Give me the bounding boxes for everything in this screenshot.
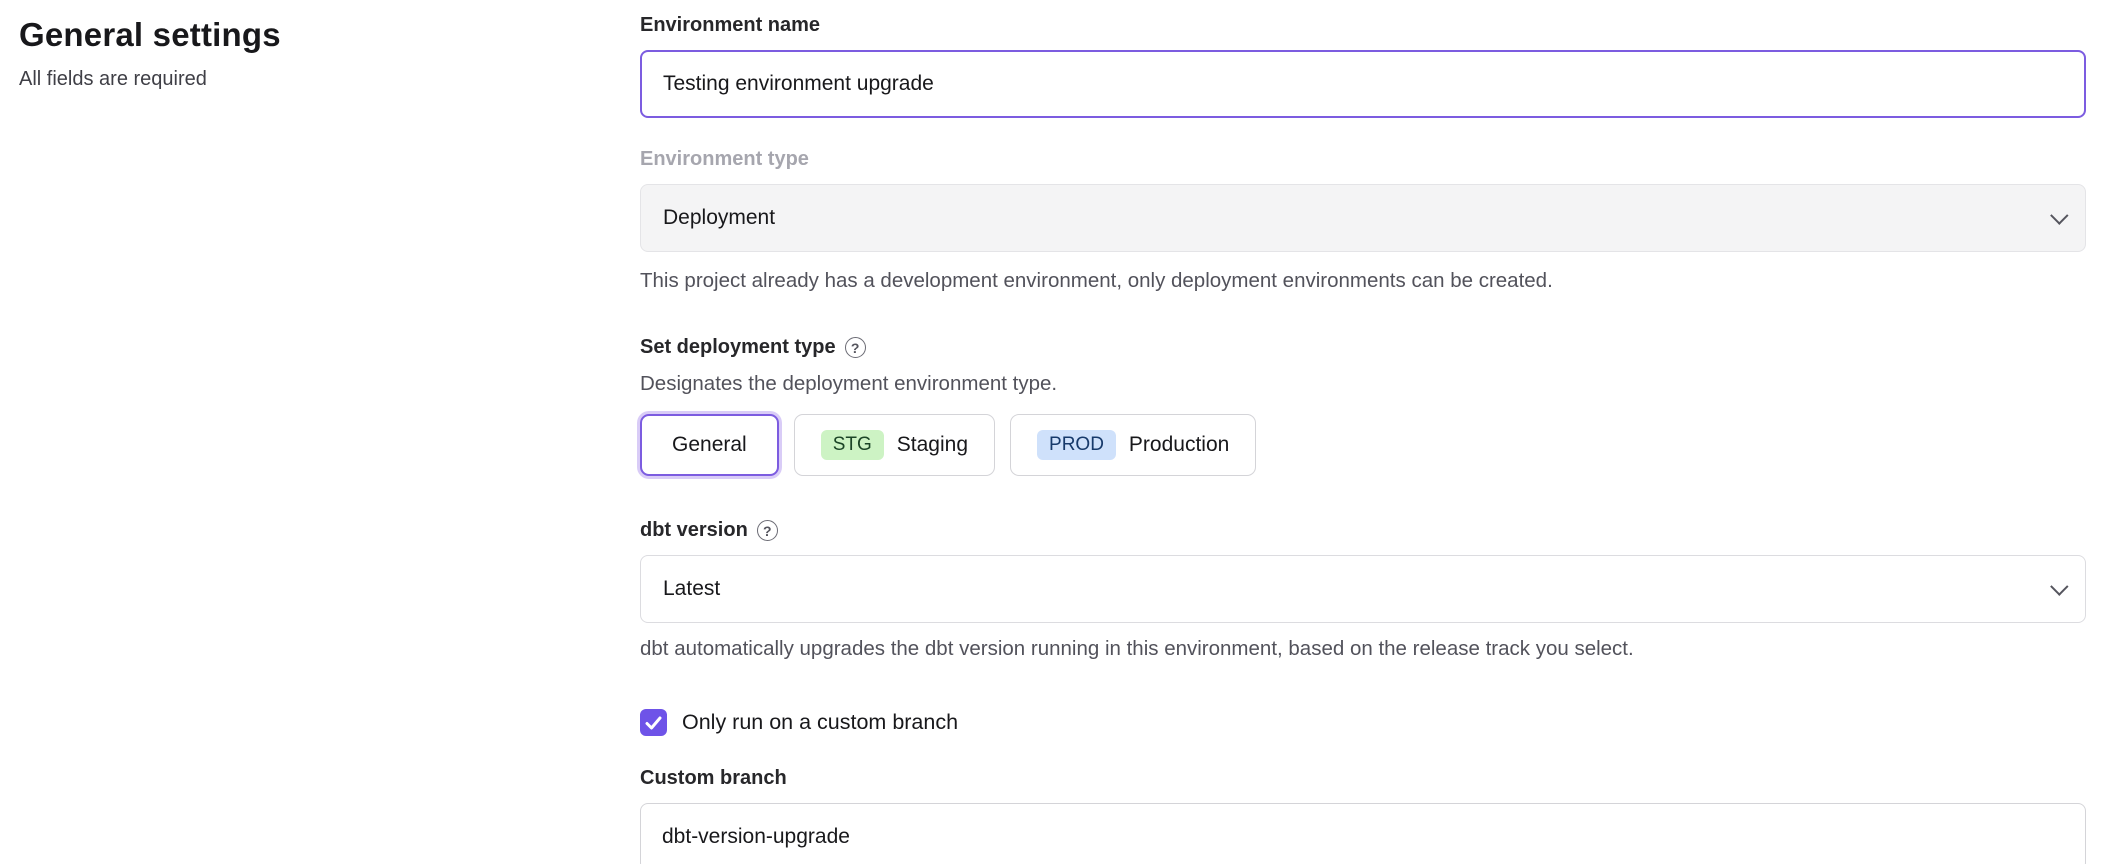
checkmark-icon bbox=[645, 716, 662, 730]
custom-branch-input[interactable] bbox=[640, 803, 2086, 864]
deployment-type-production-button[interactable]: PROD Production bbox=[1010, 414, 1256, 476]
dbt-version-label: dbt version bbox=[640, 519, 748, 542]
dbt-version-select[interactable]: Latest bbox=[640, 555, 2086, 623]
custom-branch-checkbox-label: Only run on a custom branch bbox=[682, 710, 958, 735]
page-title: General settings bbox=[19, 16, 579, 54]
deployment-type-general-button[interactable]: General bbox=[640, 414, 779, 476]
help-icon[interactable]: ? bbox=[757, 520, 778, 541]
chevron-down-icon bbox=[2050, 577, 2068, 595]
environment-type-helper: This project already has a development e… bbox=[640, 269, 2086, 293]
custom-branch-label: Custom branch bbox=[640, 767, 2086, 790]
chevron-down-icon bbox=[2050, 206, 2068, 224]
deployment-type-production-label: Production bbox=[1129, 433, 1229, 457]
page-subtitle: All fields are required bbox=[19, 68, 579, 91]
deployment-type-description: Designates the deployment environment ty… bbox=[640, 372, 2086, 396]
dbt-version-label-row: dbt version ? bbox=[640, 519, 2086, 542]
deployment-type-label: Set deployment type bbox=[640, 336, 836, 359]
production-badge: PROD bbox=[1037, 430, 1116, 460]
environment-type-value: Deployment bbox=[663, 206, 775, 230]
dbt-version-helper: dbt automatically upgrades the dbt versi… bbox=[640, 637, 2086, 661]
deployment-type-general-label: General bbox=[672, 433, 747, 457]
environment-name-input[interactable] bbox=[640, 50, 2086, 118]
general-settings-page: General settings All fields are required… bbox=[0, 0, 2116, 864]
staging-badge: STG bbox=[821, 430, 884, 460]
environment-settings-form: Environment name Environment type Deploy… bbox=[640, 14, 2086, 864]
settings-header: General settings All fields are required bbox=[19, 16, 579, 91]
deployment-type-options: General STG Staging PROD Production bbox=[640, 414, 2086, 476]
environment-name-label: Environment name bbox=[640, 14, 2086, 37]
dbt-version-value: Latest bbox=[663, 577, 720, 601]
help-icon[interactable]: ? bbox=[845, 337, 866, 358]
custom-branch-checkbox-row[interactable]: Only run on a custom branch bbox=[640, 709, 2086, 736]
environment-type-select[interactable]: Deployment bbox=[640, 184, 2086, 252]
deployment-type-label-row: Set deployment type ? bbox=[640, 336, 2086, 359]
deployment-type-staging-label: Staging bbox=[897, 433, 968, 457]
custom-branch-checkbox[interactable] bbox=[640, 709, 667, 736]
deployment-type-staging-button[interactable]: STG Staging bbox=[794, 414, 995, 476]
environment-type-label: Environment type bbox=[640, 148, 2086, 171]
